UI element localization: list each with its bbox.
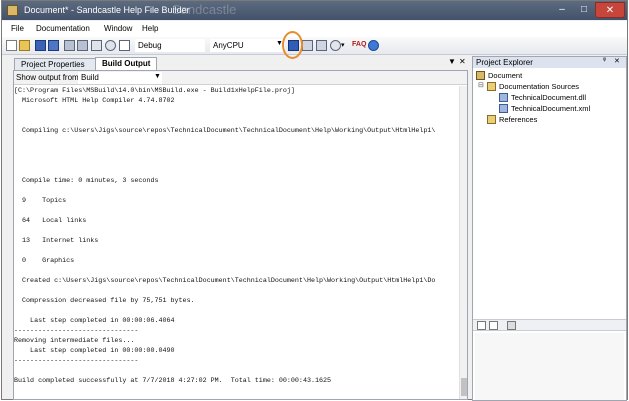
output-line: 13 Internet links <box>14 237 99 245</box>
toolbar: Debug AnyCPU ▼ ▾ FAQ <box>2 37 627 55</box>
tab-build-output[interactable]: Build Output <box>95 57 157 70</box>
cancel-build-icon[interactable] <box>316 40 327 51</box>
output-line: Compression decreased file by 75,751 byt… <box>14 297 195 305</box>
tree-references[interactable]: References <box>499 115 537 124</box>
scroll-thumb[interactable] <box>461 378 467 396</box>
menu-file[interactable]: File <box>11 24 24 33</box>
file-icon <box>499 104 508 113</box>
title-watermark: Sandcastle <box>172 2 237 17</box>
menu-documentation[interactable]: Documentation <box>36 24 90 33</box>
output-line: 64 Local links <box>14 217 87 225</box>
show-output-select[interactable]: Build <box>78 72 162 84</box>
output-text[interactable]: [C:\Program Files\MSBuild\14.0\bin\MSBui… <box>14 86 459 399</box>
new-project-icon[interactable] <box>6 40 17 51</box>
output-line: Compiling c:\Users\Jigs\source\repos\Tec… <box>14 127 436 135</box>
open-icon[interactable] <box>19 40 30 51</box>
show-output-value: Build <box>81 73 99 82</box>
output-line: Created c:\Users\Jigs\source\repos\Techn… <box>14 277 436 285</box>
output-line: [C:\Program Files\MSBuild\14.0\bin\MSBui… <box>14 87 295 95</box>
window-title: Document* - Sandcastle Help File Builder <box>24 5 190 15</box>
dropdown-arrow-icon[interactable]: ▾ <box>341 41 347 49</box>
configuration-value: Debug <box>138 41 162 50</box>
output-line: Last step completed in 00:00:00.0490 <box>14 347 175 355</box>
tree-root-document[interactable]: Document <box>488 71 522 80</box>
about-icon[interactable] <box>368 40 379 51</box>
properties-grid <box>475 333 624 400</box>
menu-window[interactable]: Window <box>104 24 132 33</box>
search-icon[interactable] <box>330 40 341 51</box>
help-file-icon[interactable] <box>119 40 130 51</box>
project-explorer: Project Explorer ᵠ ✕ Document ⊟ Document… <box>472 56 627 401</box>
view-help-icon[interactable] <box>302 40 313 51</box>
output-line: 9 Topics <box>14 197 67 205</box>
platform-select[interactable]: AnyCPU <box>210 39 285 52</box>
highlight-annotation <box>282 31 303 59</box>
cut-icon[interactable] <box>77 40 88 51</box>
property-pages-icon[interactable] <box>507 321 516 330</box>
menu-help[interactable]: Help <box>142 24 158 33</box>
show-output-label: Show output from <box>16 73 79 82</box>
close-pane-icon[interactable]: ✕ <box>614 57 620 65</box>
app-window: Document* - Sandcastle Help File Builder… <box>1 0 628 401</box>
menu-bar: File Documentation Window Help <box>2 21 627 37</box>
document-tabs: Project Properties Build Output ▼ ✕ <box>11 57 466 70</box>
pin-icon[interactable]: ᵠ <box>603 57 606 64</box>
properties-toolbar <box>473 319 626 331</box>
tab-project-properties[interactable]: Project Properties <box>14 58 96 70</box>
title-bar: Document* - Sandcastle Help File Builder… <box>2 1 627 20</box>
collapse-icon[interactable]: ⊟ <box>478 81 484 89</box>
output-line: ------------------------------- <box>14 327 139 335</box>
copy-icon[interactable] <box>91 40 102 51</box>
tab-list-icon[interactable]: ▼ <box>448 57 456 66</box>
output-line: Compile time: 0 minutes, 3 seconds <box>14 177 159 185</box>
alphabetical-icon[interactable] <box>489 321 498 330</box>
file-icon <box>499 93 508 102</box>
tree-file-xml[interactable]: TechnicalDocument.xml <box>511 104 590 113</box>
vertical-scrollbar[interactable] <box>459 86 467 399</box>
maximize-button[interactable]: □ <box>573 2 595 18</box>
minimize-button[interactable]: – <box>551 2 573 18</box>
categorized-icon[interactable] <box>477 321 486 330</box>
output-line: Microsoft HTML Help Compiler 4.74.8702 <box>14 97 175 105</box>
chevron-down-icon[interactable]: ▼ <box>154 73 161 80</box>
close-tab-icon[interactable]: ✕ <box>459 57 466 66</box>
platform-value: AnyCPU <box>213 41 244 50</box>
close-button[interactable]: ✕ <box>595 2 625 18</box>
output-line: Build completed successfully at 7/7/2018… <box>14 377 332 385</box>
references-icon <box>487 115 496 124</box>
faq-button[interactable]: FAQ <box>352 41 366 48</box>
configuration-select[interactable]: Debug <box>135 39 205 52</box>
app-icon <box>7 5 18 16</box>
save-icon[interactable] <box>35 40 46 51</box>
find-icon[interactable] <box>105 40 116 51</box>
show-output-bar: Show output from Build ▼ <box>14 71 467 85</box>
output-line: Last step completed in 00:00:06.4064 <box>14 317 175 325</box>
output-line: ------------------------------- <box>14 357 139 365</box>
output-line: Removing intermediate files... <box>14 337 135 345</box>
tree-documentation-sources[interactable]: Documentation Sources <box>499 82 579 91</box>
explorer-title-label: Project Explorer <box>476 58 533 67</box>
build-output-panel: Show output from Build ▼ [C:\Program Fil… <box>13 70 468 400</box>
output-line: 0 Graphics <box>14 257 75 265</box>
save-all-icon[interactable] <box>48 40 59 51</box>
folder-icon <box>487 82 496 91</box>
tree-file-dll[interactable]: TechnicalDocument.dll <box>511 93 586 102</box>
project-icon[interactable] <box>64 40 75 51</box>
document-icon <box>476 71 485 80</box>
